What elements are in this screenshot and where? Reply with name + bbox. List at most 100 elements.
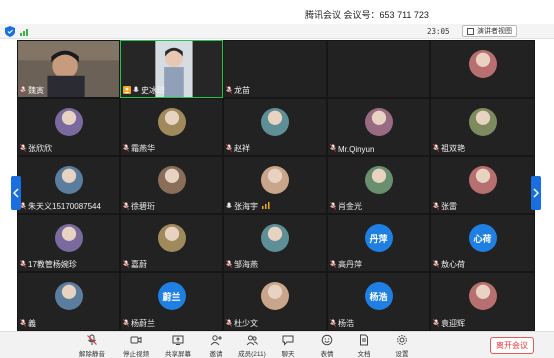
mic-muted-icon <box>433 318 439 329</box>
participant-tile[interactable]: 邹海燕 <box>223 214 327 272</box>
mic-muted-icon <box>330 318 336 329</box>
members-button[interactable]: 成员(211) <box>232 334 272 358</box>
participant-name-row: Mr.Qinyun <box>330 144 374 154</box>
meeting-timer: 23:05 <box>427 27 450 36</box>
avatar <box>468 166 497 194</box>
mic-muted-icon <box>123 259 129 270</box>
participant-tile[interactable]: 義 <box>17 272 120 331</box>
participant-name-row: 高丹萍 <box>330 259 362 270</box>
mic-muted-icon <box>330 259 336 270</box>
shield-icon[interactable] <box>5 26 15 37</box>
reactions-button[interactable]: 表情 <box>307 334 347 358</box>
avatar <box>261 224 289 252</box>
participant-tile[interactable]: 赵祥 <box>223 98 327 156</box>
participant-name: 朱天义15170087544 <box>28 202 101 211</box>
document-icon <box>360 334 368 346</box>
participant-tile[interactable]: 蔚兰 杨蔚兰 <box>120 272 223 331</box>
signal-icon[interactable] <box>20 27 30 36</box>
participant-name: 徐碧珩 <box>131 202 155 211</box>
participant-tile[interactable]: 17教管杨婉珍 <box>17 214 120 272</box>
video-grid: 魏寅 史冰琦 龙苗张欣欣 霜燕华 赵祥 Mr.Qinyun 祖双艳朱天义1517008754… <box>17 40 535 331</box>
share-screen-label: 共享屏幕 <box>165 351 191 358</box>
participant-tile[interactable]: 肖金光 <box>327 156 430 214</box>
mic-muted-icon <box>330 144 336 154</box>
mic-muted-icon <box>123 318 129 329</box>
participant-name-row: 杨浩 <box>330 318 354 329</box>
participant-tile[interactable]: 心荷 敖心荷 <box>430 214 535 272</box>
participant-name-row: 17教管杨婉珍 <box>20 259 77 270</box>
participant-tile[interactable]: 龙苗 <box>223 40 327 98</box>
participant-name: 张海宇 <box>234 202 258 211</box>
avatar <box>157 108 186 136</box>
participant-tile[interactable]: 霜燕华 <box>120 98 223 156</box>
participant-name-row: 霜燕华 <box>123 143 155 154</box>
profile-badge-icon <box>123 85 131 96</box>
participant-name: 袁迎辉 <box>441 319 465 328</box>
participant-tile[interactable] <box>430 40 535 98</box>
participant-name: 杨浩 <box>338 319 354 328</box>
mic-muted-icon <box>20 318 26 329</box>
participant-name-row: 杜少文 <box>226 318 258 329</box>
participant-tile[interactable]: 朱天义15170087544 <box>17 156 120 214</box>
next-page-button[interactable] <box>531 176 541 210</box>
participant-name-row: 张欣欣 <box>20 143 52 154</box>
members-label: 成员(211) <box>238 351 266 358</box>
stop-video-label: 停止视频 <box>123 351 149 358</box>
camera-icon <box>130 336 142 344</box>
avatar <box>54 224 83 252</box>
title-bar: 腾讯会议 会议号：653 711 723 <box>0 0 554 24</box>
bottom-toolbar: 解除静音 停止视频 共享屏幕 邀请 成员(211) 聊天 表情 文档 设置 离开… <box>0 331 554 358</box>
participant-name-row: 朱天义15170087544 <box>20 201 101 212</box>
mic-muted-icon <box>226 259 232 270</box>
participant-tile[interactable]: 张雷 <box>430 156 535 214</box>
participant-tile[interactable]: 徐碧珩 <box>120 156 223 214</box>
participant-name: 霜燕华 <box>131 144 155 153</box>
prev-page-button[interactable] <box>11 176 21 210</box>
participant-tile[interactable]: 张欣欣 <box>17 98 120 156</box>
mic-muted-icon <box>226 143 232 154</box>
docs-button[interactable]: 文档 <box>344 334 384 358</box>
chat-button[interactable]: 聊天 <box>268 334 308 358</box>
participant-tile[interactable]: 史冰琦 <box>120 40 223 98</box>
participant-name-row: 義 <box>20 318 36 329</box>
gear-icon <box>397 335 407 345</box>
settings-label: 设置 <box>395 351 409 358</box>
participant-tile[interactable]: 杜少文 <box>223 272 327 331</box>
invite-button[interactable]: 邀请 <box>196 334 236 358</box>
mic-muted-icon <box>20 85 26 96</box>
leave-meeting-button[interactable]: 离开会议 <box>490 337 534 354</box>
mic-muted-icon <box>433 201 439 212</box>
participant-name: 高丹萍 <box>338 260 362 269</box>
mic-muted-icon <box>123 143 129 154</box>
participant-name: 龙苗 <box>234 86 250 95</box>
participant-name-row: 敖心荷 <box>433 259 465 270</box>
mic-muted-icon <box>226 85 232 96</box>
members-icon <box>246 335 258 346</box>
participant-name: 祖双艳 <box>441 144 465 153</box>
participant-tile[interactable]: 袁迎辉 <box>430 272 535 331</box>
participant-name: 史冰琦 <box>141 86 165 95</box>
participant-name: 肖金光 <box>338 202 362 211</box>
chevron-right-icon <box>533 188 539 198</box>
status-bar: 23:05 演讲者视图 <box>0 24 554 39</box>
participant-tile[interactable]: 丹萍 高丹萍 <box>327 214 430 272</box>
mic-muted-icon <box>123 201 129 212</box>
participant-tile[interactable]: Mr.Qinyun <box>327 98 430 156</box>
settings-button[interactable]: 设置 <box>382 334 422 358</box>
unmute-button[interactable]: 解除静音 <box>72 334 112 358</box>
speaker-view-button[interactable]: 演讲者视图 <box>462 25 517 37</box>
participant-name: 魏寅 <box>28 86 44 95</box>
participant-tile[interactable] <box>327 40 430 98</box>
chat-label: 聊天 <box>281 351 295 358</box>
participant-tile[interactable]: 张海宇 <box>223 156 327 214</box>
participant-name-row: 祖双艳 <box>433 143 465 154</box>
participant-name: 邹海燕 <box>234 260 258 269</box>
participant-tile[interactable]: 杨浩 杨浩 <box>327 272 430 331</box>
participant-name-row: 袁迎辉 <box>433 318 465 329</box>
share-screen-button[interactable]: 共享屏幕 <box>158 334 198 358</box>
participant-tile[interactable]: 嘉蔚 <box>120 214 223 272</box>
participant-tile[interactable]: 祖双艳 <box>430 98 535 156</box>
docs-label: 文档 <box>357 351 371 358</box>
stop-video-button[interactable]: 停止视频 <box>116 334 156 358</box>
participant-tile[interactable]: 魏寅 <box>17 40 120 98</box>
